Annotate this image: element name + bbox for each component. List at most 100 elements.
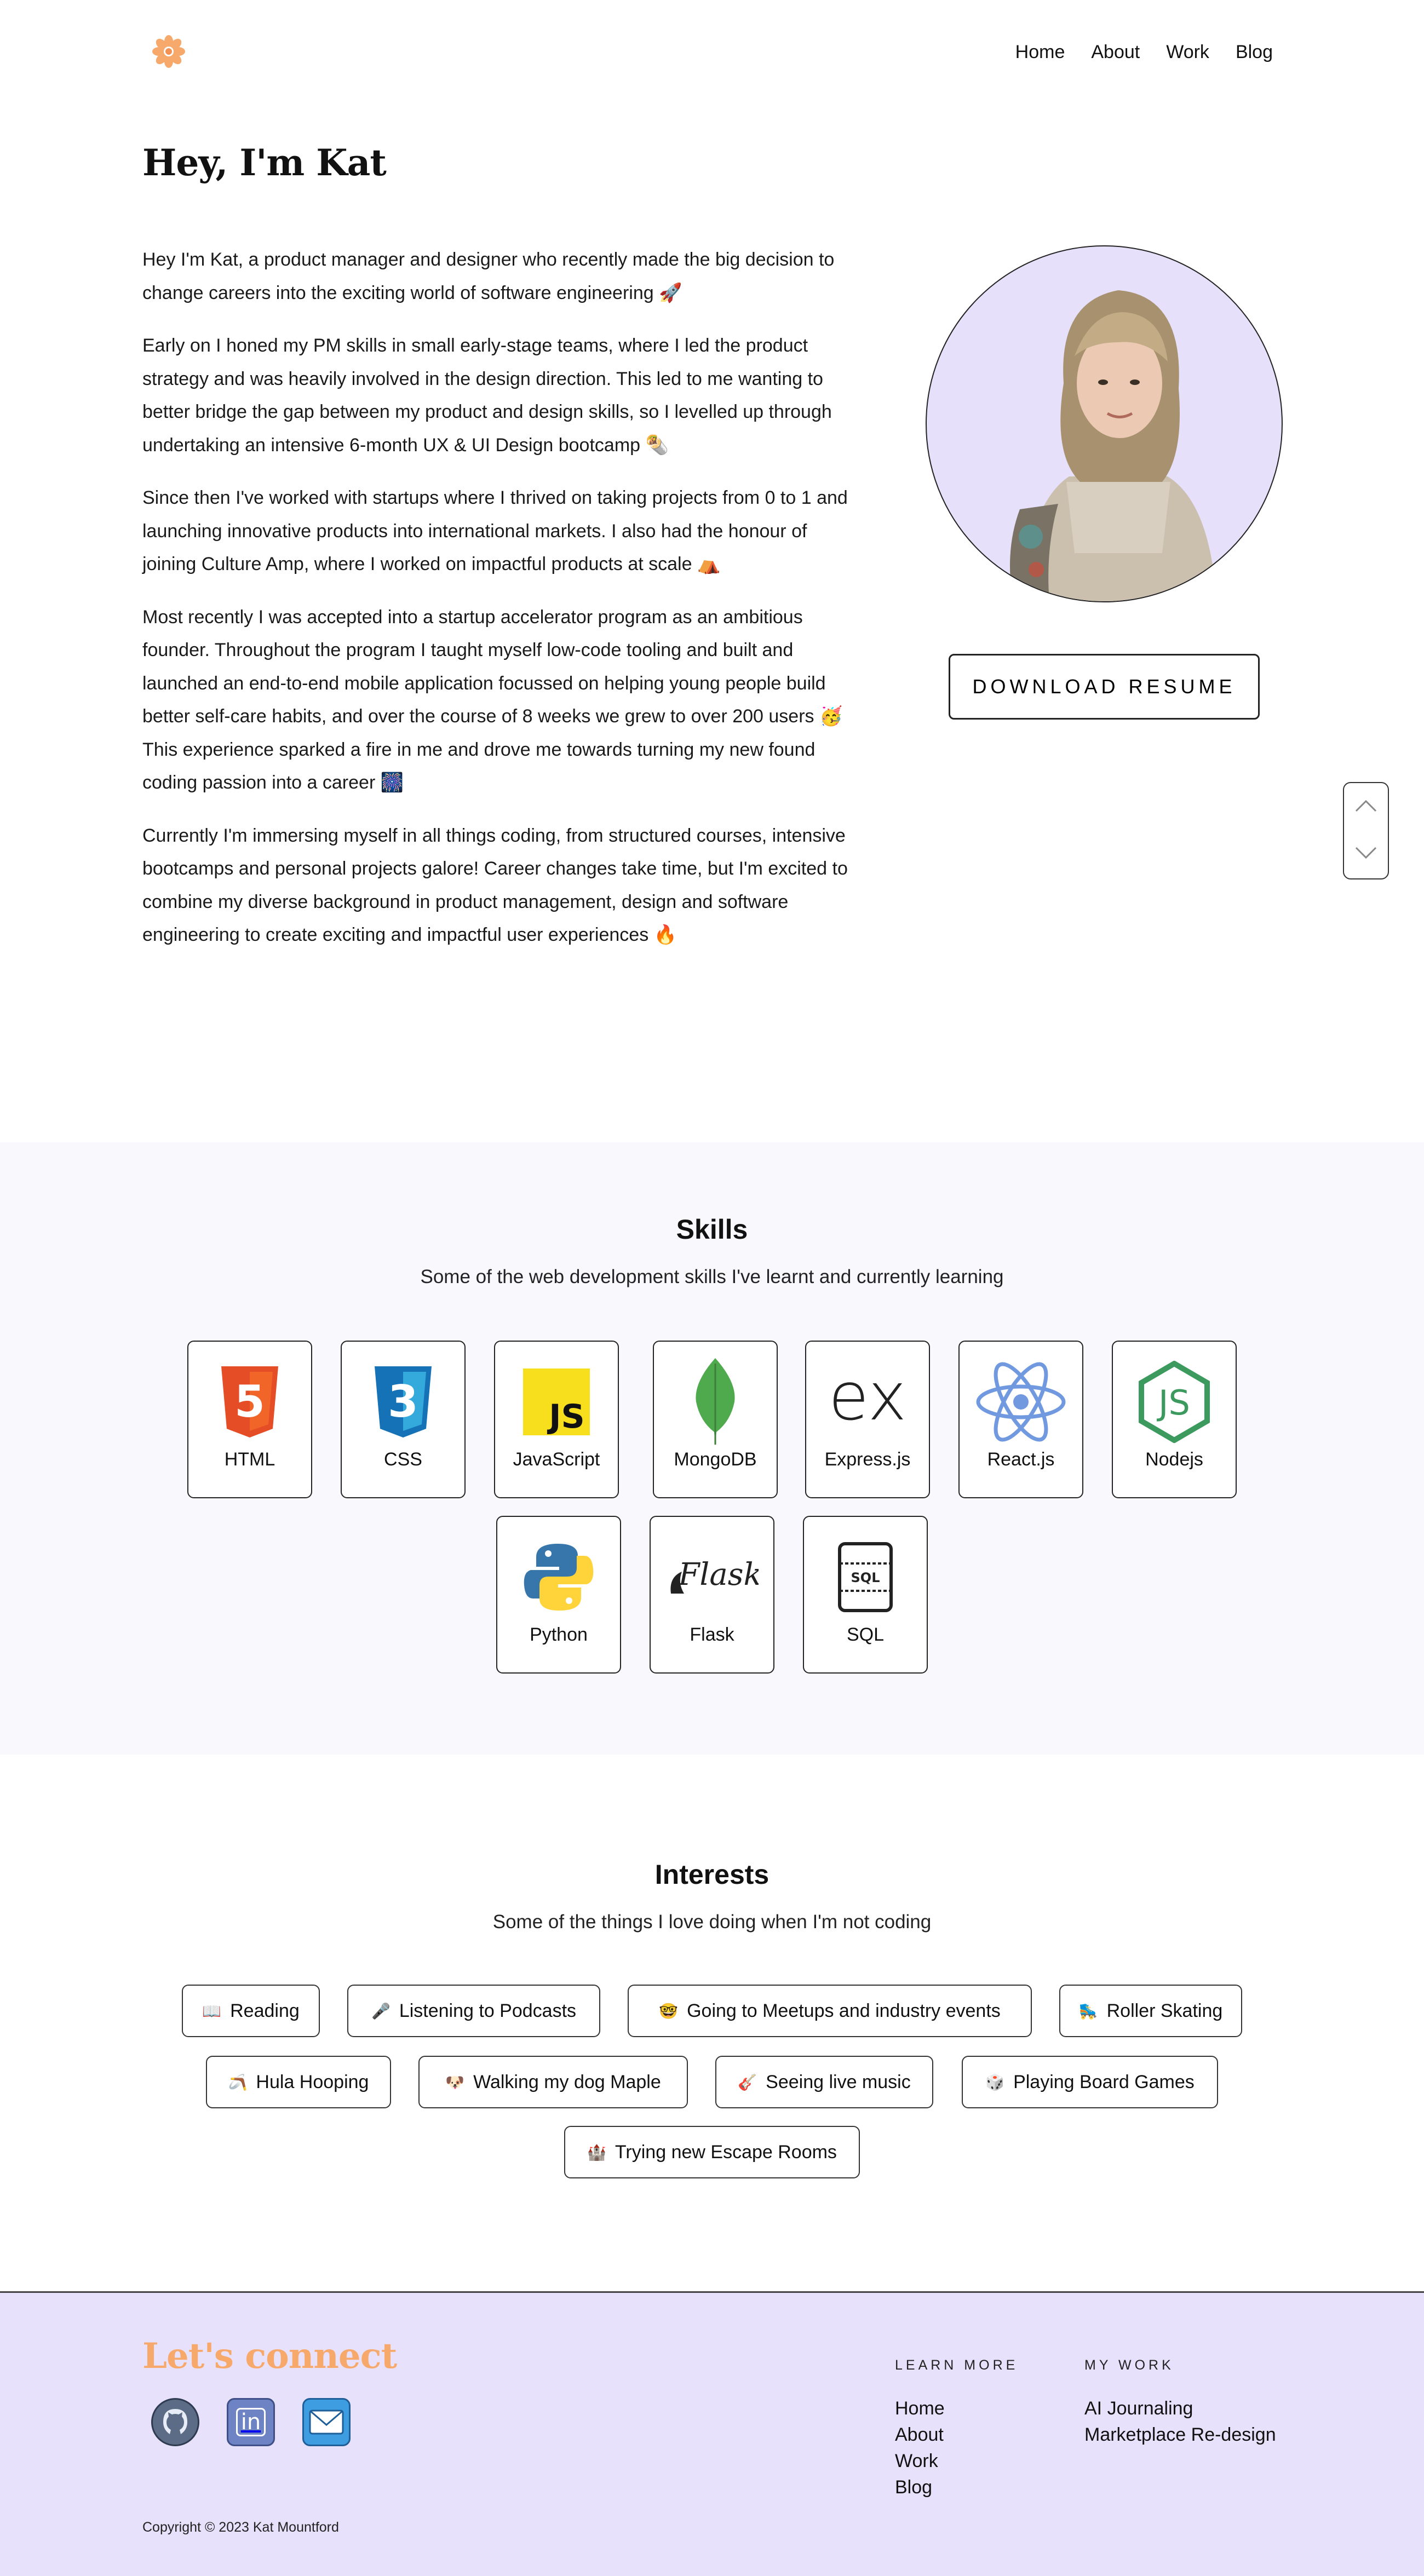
main-nav: Home About Work Blog: [1015, 42, 1273, 63]
footer-link-blog[interactable]: Blog: [895, 2474, 1018, 2500]
nodejs-icon: JS: [1128, 1361, 1221, 1443]
skill-card-python: Python: [496, 1516, 621, 1674]
castle-icon: 🏰: [587, 2143, 606, 2161]
logo-flower-icon[interactable]: [151, 34, 186, 69]
github-icon[interactable]: [151, 2398, 199, 2446]
svg-text:JS: JS: [547, 1398, 585, 1435]
nav-work[interactable]: Work: [1166, 42, 1209, 63]
skill-card-sql: SQL SQL: [803, 1516, 928, 1674]
footer-my-work: MY WORK AI Journaling Marketplace Re-des…: [1084, 2358, 1276, 2448]
interest-label: Playing Board Games: [1013, 2071, 1195, 2092]
interest-chip: 🎤 Listening to Podcasts: [347, 1985, 600, 2037]
interest-label: Going to Meetups and industry events: [687, 2000, 1001, 2021]
mongodb-icon: [669, 1358, 762, 1446]
bio-paragraph: Hey I'm Kat, a product manager and desig…: [142, 249, 835, 303]
linkedin-icon-text: in: [236, 2408, 266, 2436]
footer-link-marketplace[interactable]: Marketplace Re-design: [1084, 2422, 1276, 2448]
linkedin-icon[interactable]: in: [227, 2398, 275, 2446]
interest-label: Reading: [230, 2000, 300, 2021]
footer-learn-more: LEARN MORE Home About Work Blog: [895, 2358, 1018, 2500]
skill-card-mongodb: MongoDB: [653, 1341, 778, 1498]
footer-link-about[interactable]: About: [895, 2422, 1018, 2448]
guitar-icon: 🎸: [738, 2073, 757, 2091]
skill-label: JavaScript: [513, 1449, 600, 1470]
bio-paragraph: Most recently I was accepted into a star…: [142, 606, 843, 794]
interest-chip: 🐶 Walking my dog Maple: [418, 2056, 688, 2108]
skill-card-javascript: JS JavaScript: [494, 1341, 619, 1498]
email-icon[interactable]: [302, 2398, 351, 2446]
chevron-up-icon[interactable]: [1354, 798, 1378, 816]
skill-label: Python: [530, 1624, 588, 1645]
nav-home[interactable]: Home: [1015, 42, 1065, 63]
svg-text:ex: ex: [829, 1369, 907, 1435]
footer-link-work[interactable]: Work: [895, 2448, 1018, 2474]
interest-chip: 🏰 Trying new Escape Rooms: [564, 2126, 860, 2178]
footer-heading: MY WORK: [1084, 2358, 1174, 2373]
skill-label: SQL: [846, 1624, 885, 1645]
css3-icon: 3: [357, 1364, 450, 1440]
interest-chip: 🛼 Roller Skating: [1059, 1985, 1242, 2037]
skill-label: HTML: [224, 1449, 275, 1470]
interest-chip: 🤓 Going to Meetups and industry events: [628, 1985, 1032, 2037]
python-icon: [512, 1539, 605, 1615]
skills-title: Skills: [676, 1214, 748, 1245]
interest-label: Seeing live music: [766, 2071, 911, 2092]
skill-label: MongoDB: [674, 1449, 757, 1470]
interest-label: Listening to Podcasts: [399, 2000, 577, 2021]
bio-text: Hey I'm Kat, a product manager and desig…: [142, 243, 865, 971]
skill-label: Express.js: [824, 1449, 911, 1470]
dice-icon: 🎲: [985, 2073, 1005, 2091]
page-title: Hey, I'm Kat: [142, 141, 387, 184]
svg-text:JS: JS: [1156, 1383, 1190, 1423]
footer-link-ai-journaling[interactable]: AI Journaling: [1084, 2395, 1276, 2422]
skills-section: Skills Some of the web development skill…: [0, 1142, 1424, 1755]
interest-label: Trying new Escape Rooms: [615, 2141, 837, 2163]
sql-icon: SQL: [819, 1539, 912, 1615]
skill-label: React.js: [987, 1449, 1055, 1470]
bio-paragraph: Early on I honed my PM skills in small e…: [142, 335, 832, 456]
interest-chip: 🎸 Seeing live music: [715, 2056, 933, 2108]
footer: Let's connect in Copyright © 2023 Kat Mo…: [0, 2291, 1424, 2576]
skill-card-express: ex Express.js: [805, 1341, 930, 1498]
skill-card-react: React.js: [958, 1341, 1083, 1498]
skills-subtitle: Some of the web development skills I've …: [420, 1266, 1004, 1287]
interest-label: Roller Skating: [1106, 2000, 1223, 2021]
skill-label: Nodejs: [1145, 1449, 1203, 1470]
hula-hoop-icon: 🪃: [228, 2073, 248, 2091]
book-icon: 📖: [202, 2002, 222, 2020]
footer-heading: LEARN MORE: [895, 2358, 1019, 2373]
interests-title: Interests: [654, 1859, 770, 1890]
skill-label: Flask: [690, 1624, 734, 1645]
skill-label: CSS: [384, 1449, 422, 1470]
connect-title: Let's connect: [142, 2336, 397, 2377]
javascript-icon: JS: [510, 1364, 603, 1440]
flask-icon: Flask: [665, 1539, 759, 1615]
skill-card-flask: Flask Flask: [650, 1516, 774, 1674]
chevron-down-icon[interactable]: [1354, 846, 1378, 864]
download-resume-button[interactable]: DOWNLOAD RESUME: [949, 654, 1260, 720]
svg-text:3: 3: [388, 1376, 418, 1427]
html5-icon: 5: [203, 1364, 296, 1440]
nerd-face-icon: 🤓: [659, 2002, 679, 2020]
interest-chip: 🪃 Hula Hooping: [206, 2056, 391, 2108]
interest-label: Hula Hooping: [256, 2071, 369, 2092]
roller-skate-icon: 🛼: [1078, 2002, 1098, 2020]
scroll-controls: [1343, 782, 1389, 879]
interests-subtitle: Some of the things I love doing when I'm…: [492, 1911, 932, 1933]
skill-card-css: 3 CSS: [341, 1341, 466, 1498]
svg-text:SQL: SQL: [851, 1570, 880, 1585]
copyright-text: Copyright © 2023 Kat Mountford: [142, 2520, 339, 2535]
svg-text:5: 5: [234, 1376, 265, 1427]
bio-paragraph: Since then I've worked with startups whe…: [142, 487, 848, 574]
nav-blog[interactable]: Blog: [1236, 42, 1273, 63]
profile-photo: [926, 245, 1283, 602]
microphone-icon: 🎤: [371, 2002, 391, 2020]
nav-about[interactable]: About: [1091, 42, 1140, 63]
interest-chip: 📖 Reading: [182, 1985, 320, 2037]
interest-chip: 🎲 Playing Board Games: [962, 2056, 1218, 2108]
bio-paragraph: Currently I'm immersing myself in all th…: [142, 825, 848, 946]
footer-link-home[interactable]: Home: [895, 2395, 1018, 2422]
react-icon: [974, 1362, 1067, 1442]
skill-card-html: 5 HTML: [187, 1341, 312, 1498]
dog-icon: 🐶: [445, 2073, 465, 2091]
